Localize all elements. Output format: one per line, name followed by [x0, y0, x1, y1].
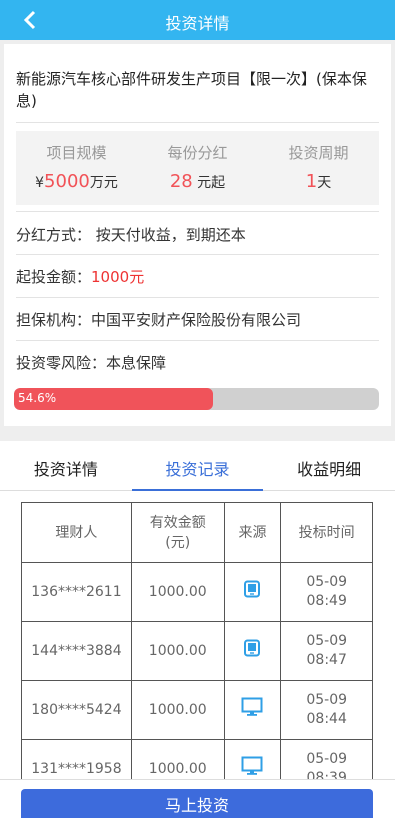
stat-period: 投资周期 1天	[258, 131, 379, 205]
amount-cell: 1000.00	[130, 562, 225, 622]
stat-dividend: 每份分红 28 元起	[137, 131, 258, 205]
divider	[16, 122, 379, 123]
bid-time: 08:47	[306, 652, 347, 668]
tab-bar: 投资详情 投资记录 收益明细	[0, 441, 395, 491]
stat-value-line: 1天	[258, 171, 379, 192]
risk-value: 本息保障	[106, 354, 167, 372]
project-card: 新能源汽车核心部件研发生产项目【限一次】(保本保息) 项目规模 ¥5000万元 …	[4, 44, 391, 426]
tab-invest-records[interactable]: 投资记录	[131, 441, 264, 491]
monitor-icon	[241, 697, 263, 723]
bid-time: 08:49	[306, 593, 347, 609]
records-panel: 理财人 有效金额 (元) 来源 投标时间 136****2611 1000.00…	[0, 491, 395, 781]
stat-label: 每份分红	[167, 144, 228, 162]
progress-text: 54.6%	[18, 391, 57, 405]
col-bid-time: 投标时间	[280, 502, 373, 563]
tab-earnings-details[interactable]: 收益明细	[263, 441, 395, 490]
records-table: 理财人 有效金额 (元) 来源 投标时间 136****2611 1000.00…	[21, 502, 373, 781]
divider	[16, 297, 379, 298]
stat-value: 1	[305, 171, 318, 192]
amount-cell: 1000.00	[130, 680, 225, 740]
currency-symbol: ¥	[35, 175, 45, 191]
stat-value: 28	[169, 171, 193, 192]
source-cell	[223, 680, 282, 740]
table-header-row: 理财人 有效金额 (元) 来源 投标时间	[21, 502, 373, 563]
stat-value-line: 28 元起	[137, 171, 258, 192]
source-cell	[223, 562, 282, 622]
stats-panel: 项目规模 ¥5000万元 每份分红 28 元起 投资周期 1天	[16, 131, 379, 205]
table-row: 144****3884 1000.00 05-09 08:47	[21, 621, 373, 681]
stat-value: 5000	[44, 171, 90, 192]
min-investment: 起投金额：1000元	[16, 266, 144, 287]
progress-bar: 54.6%	[14, 388, 379, 410]
risk-label: 投资零风险：	[16, 354, 107, 372]
bid-time: 08:44	[306, 711, 347, 727]
stat-unit: 元起	[192, 175, 226, 191]
top-bar: 投资详情	[0, 0, 395, 40]
dividend-label: 分红方式：	[16, 226, 92, 244]
monitor-icon	[241, 756, 263, 781]
min-label: 起投金额：	[16, 268, 92, 286]
time-cell: 05-09 08:49	[280, 562, 373, 622]
investor-cell: 144****3884	[21, 621, 132, 681]
stat-value-line: ¥5000万元	[16, 171, 137, 192]
bid-date: 05-09	[306, 751, 348, 767]
page-title: 投资详情	[165, 14, 230, 33]
tab-invest-details[interactable]: 投资详情	[0, 441, 132, 490]
time-cell: 05-09 08:47	[280, 621, 373, 681]
project-title: 新能源汽车核心部件研发生产项目【限一次】(保本保息)	[16, 70, 367, 110]
time-cell: 05-09 08:39	[280, 739, 373, 781]
stat-unit: 万元	[89, 175, 118, 191]
col-source: 来源	[223, 502, 282, 563]
guarantor-label: 担保机构：	[16, 311, 92, 329]
divider	[16, 340, 379, 341]
divider	[16, 211, 379, 212]
col-amount: 有效金额 (元)	[130, 502, 225, 563]
bid-date: 05-09	[306, 692, 348, 708]
risk-info: 投资零风险：本息保障	[16, 352, 166, 373]
stat-label: 投资周期	[288, 144, 349, 162]
dividend-method: 分红方式： 按天付收益，到期还本	[16, 224, 246, 245]
investor-cell: 180****5424	[21, 680, 132, 740]
bottom-bar: 马上投资	[0, 779, 395, 818]
investor-cell: 136****2611	[21, 562, 132, 622]
col-investor: 理财人	[21, 502, 132, 563]
table-row: 131****1958 1000.00 05-09 08:39	[21, 739, 373, 781]
stat-label: 项目规模	[46, 144, 107, 162]
tablet-icon	[243, 639, 261, 663]
source-cell	[223, 739, 282, 781]
table-row: 136****2611 1000.00 05-09 08:49	[21, 562, 373, 622]
time-cell: 05-09 08:44	[280, 680, 373, 740]
invest-now-button[interactable]: 马上投资	[21, 789, 373, 818]
stat-scale: 项目规模 ¥5000万元	[16, 131, 137, 205]
dividend-value: 按天付收益，到期还本	[95, 226, 246, 244]
tablet-icon	[243, 580, 261, 604]
amount-cell: 1000.00	[130, 739, 225, 781]
guarantor: 担保机构：中国平安财产保险股份有限公司	[16, 309, 301, 330]
amount-cell: 1000.00	[130, 621, 225, 681]
bid-date: 05-09	[306, 574, 348, 590]
bid-date: 05-09	[306, 633, 348, 649]
divider	[16, 254, 379, 255]
table-row: 180****5424 1000.00 05-09 08:44	[21, 680, 373, 740]
investor-cell: 131****1958	[21, 739, 132, 781]
source-cell	[223, 621, 282, 681]
guarantor-value: 中国平安财产保险股份有限公司	[91, 311, 302, 329]
stat-unit: 天	[317, 175, 332, 191]
min-value: 1000元	[91, 268, 145, 286]
